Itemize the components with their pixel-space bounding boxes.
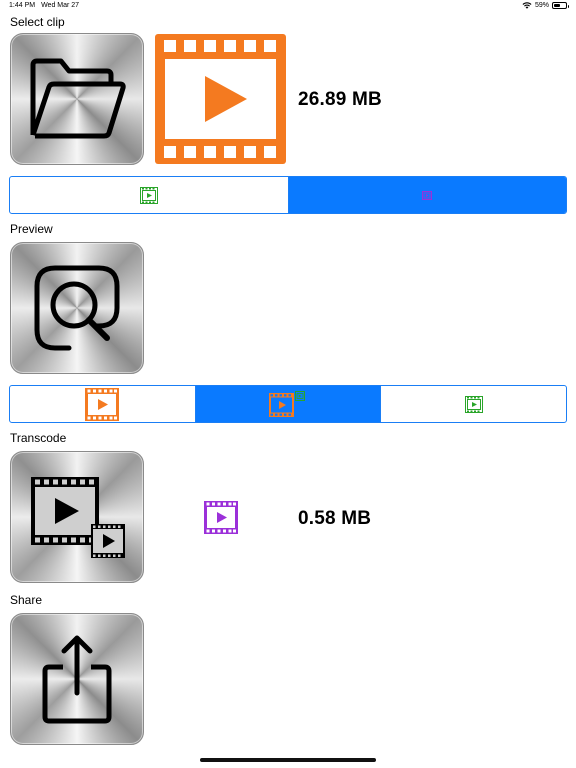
section-label-share: Share — [10, 593, 43, 607]
segmented-preview — [9, 385, 567, 423]
home-indicator[interactable] — [200, 758, 376, 762]
segment-source-clip[interactable] — [10, 177, 288, 213]
select-clip-button[interactable] — [10, 33, 144, 165]
status-time: 1:44 PM — [9, 2, 36, 9]
transcode-button[interactable] — [10, 451, 144, 583]
film-play-icon — [204, 501, 238, 534]
battery-icon — [552, 2, 569, 9]
selected-clip-thumbnail — [155, 34, 286, 164]
section-label-select-clip: Select clip — [10, 15, 65, 29]
status-bar-left: 1:44 PM Wed Mar 27 — [9, 2, 79, 9]
film-play-icon — [139, 186, 158, 204]
transcode-film-icon — [31, 477, 125, 558]
film-compare-icon — [269, 391, 305, 417]
transcoded-clip-thumbnail — [204, 501, 238, 534]
segment-preview-source[interactable] — [10, 386, 195, 422]
film-play-icon — [85, 387, 120, 421]
selected-clip-size: 26.89 MB — [298, 89, 382, 110]
transcoded-clip-size: 0.58 MB — [298, 508, 372, 529]
segment-output-clip[interactable] — [287, 177, 566, 213]
folder-icon — [30, 58, 126, 139]
film-play-icon — [155, 34, 286, 164]
battery-percent: 59% — [534, 2, 549, 9]
segment-preview-compare[interactable] — [194, 386, 381, 422]
segment-preview-output[interactable] — [380, 386, 566, 422]
status-date: Wed Mar 27 — [41, 2, 80, 9]
share-button[interactable] — [10, 613, 144, 745]
wifi-icon — [522, 2, 532, 9]
battery-level — [554, 4, 561, 7]
preview-button[interactable] — [10, 242, 144, 374]
segmented-select-clip — [9, 176, 567, 214]
film-play-icon — [464, 395, 483, 413]
film-small-icon — [422, 190, 433, 200]
magnify-icon — [34, 265, 120, 351]
status-bar-right: 59% — [522, 2, 569, 9]
section-label-transcode: Transcode — [10, 431, 67, 445]
section-label-preview: Preview — [10, 222, 53, 236]
share-icon — [42, 635, 112, 724]
